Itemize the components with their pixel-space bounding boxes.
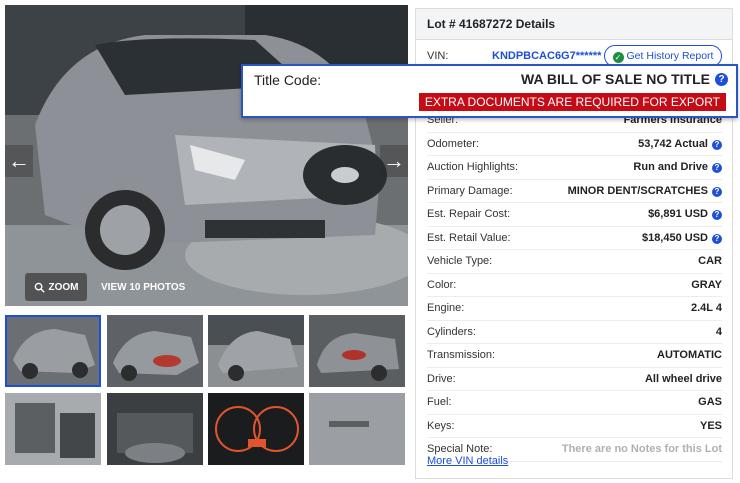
previous-photo-arrow[interactable]: ← (5, 145, 33, 177)
row-label: Est. Retail Value: (427, 231, 511, 244)
row-label: Drive: (427, 372, 456, 385)
row-value: 53,742 Actual? (638, 138, 722, 150)
row-value: AUTOMATIC (657, 349, 722, 361)
thumbnail-4[interactable] (309, 315, 405, 387)
thumbnail-3[interactable] (208, 315, 304, 387)
row-label: Engine: (427, 302, 465, 314)
row-label: Vehicle Type: (427, 255, 493, 267)
details-row-vehicle-type: Vehicle Type: CAR (427, 250, 722, 274)
vin-row: VIN: KNDPBCAC6G7****** ✓ Get History Repo… (427, 45, 727, 67)
help-icon[interactable]: ? (712, 139, 722, 150)
row-label: Odometer: (427, 137, 479, 150)
details-row-est-retail-value: Est. Retail Value: $18,450 USD? (427, 227, 722, 250)
zoom-label: ZOOM (48, 281, 79, 293)
row-label: Keys: (427, 419, 455, 432)
title-code-value: WA BILL OF SALE NO TITLE? (521, 71, 728, 87)
thumbnail-6[interactable] (107, 393, 203, 465)
row-label: Cylinders: (427, 325, 476, 338)
details-row-fuel: Fuel: GAS (427, 391, 722, 415)
thumbnail-1[interactable] (5, 315, 101, 387)
main-vehicle-photo[interactable]: ← → ZOOM VIEW 10 PHOTOS (5, 5, 408, 306)
row-value: There are no Notes for this Lot (561, 443, 722, 455)
more-vin-details-link[interactable]: More VIN details (427, 455, 508, 467)
details-row-transmission: Transmission: AUTOMATIC (427, 344, 722, 368)
vin-value[interactable]: KNDPBCAC6G7****** (492, 50, 601, 62)
row-value: Run and Drive? (633, 161, 722, 173)
row-label: Color: (427, 278, 457, 291)
row-value: $18,450 USD? (642, 232, 722, 244)
details-row-color: Color: GRAY (427, 274, 722, 297)
details-row-est-repair-cost: Est. Repair Cost: $6,891 USD? (427, 203, 722, 227)
vehicle-image (5, 5, 408, 306)
magnifier-icon (34, 282, 45, 293)
help-icon[interactable]: ? (715, 72, 728, 86)
thumbnail-7[interactable] (208, 393, 304, 465)
details-row-keys: Keys: YES (427, 415, 722, 438)
export-warning-badge: EXTRA DOCUMENTS ARE REQUIRED FOR EXPORT (418, 93, 726, 111)
title-code-popup: Title Code: WA BILL OF SALE NO TITLE? EX… (241, 64, 738, 118)
lot-details-heading: Lot # 41687272 Details (416, 9, 732, 40)
vin-label: VIN: (427, 50, 449, 62)
zoom-button[interactable]: ZOOM (25, 273, 87, 301)
help-icon[interactable]: ? (712, 186, 722, 197)
row-value: GRAY (691, 278, 722, 291)
row-label: Fuel: (427, 396, 452, 408)
row-value: 2.4L 4 (691, 302, 722, 314)
details-row-primary-damage: Primary Damage: MINOR DENT/SCRATCHES? (427, 180, 722, 203)
help-icon[interactable]: ? (712, 233, 722, 244)
next-photo-arrow[interactable]: → (380, 145, 408, 177)
details-list: Seller: Farmers Insurance Odometer: 53,7… (427, 109, 722, 462)
details-row-engine: Engine: 2.4L 4 (427, 297, 722, 321)
check-icon: ✓ (612, 52, 624, 63)
details-row-odometer: Odometer: 53,742 Actual? (427, 133, 722, 156)
row-label: Auction Highlights: (427, 161, 519, 173)
thumbnail-2[interactable] (107, 315, 203, 387)
row-value: All wheel drive (644, 372, 722, 385)
view-photos-link[interactable]: VIEW 10 PHOTOS (101, 273, 185, 301)
row-value: CAR (698, 255, 722, 267)
details-row-auction-highlights: Auction Highlights: Run and Drive? (427, 156, 722, 180)
row-value: GAS (698, 396, 722, 408)
row-label: Transmission: (427, 349, 496, 361)
row-value: YES (699, 419, 722, 432)
history-button-label: Get History Report (626, 50, 714, 62)
title-code-label: Title Code: (254, 72, 322, 88)
help-icon[interactable]: ? (712, 163, 722, 173)
row-value: 4 (715, 325, 722, 338)
thumbnail-8[interactable] (309, 393, 405, 465)
row-label: Special Note: (427, 443, 493, 455)
row-value: $6,891 USD? (648, 208, 722, 220)
row-label: Est. Repair Cost: (427, 208, 511, 220)
thumbnail-5[interactable] (5, 393, 101, 465)
row-label: Primary Damage: (427, 184, 513, 197)
details-row-drive: Drive: All wheel drive (427, 368, 722, 391)
details-row-cylinders: Cylinders: 4 (427, 321, 722, 344)
help-icon[interactable]: ? (712, 210, 722, 220)
row-value: MINOR DENT/SCRATCHES? (568, 185, 722, 197)
